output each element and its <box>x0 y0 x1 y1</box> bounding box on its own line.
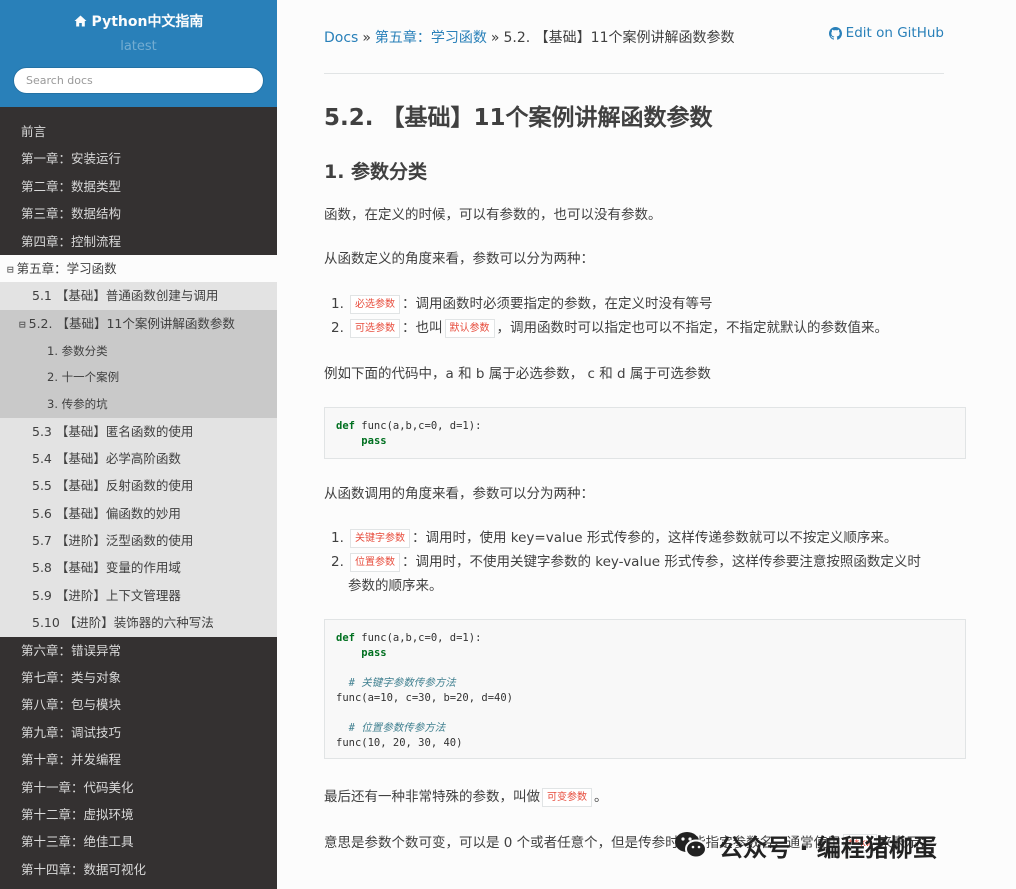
toc-chapter-6[interactable]: 第六章：错误异常 <box>0 637 277 664</box>
watermark-text: 公众号 · 编程猪柳蛋 <box>719 833 937 862</box>
collapse-toggle-icon[interactable]: ⊟ <box>19 318 26 331</box>
version-label: latest <box>120 39 157 54</box>
code-keyword: def <box>336 632 355 644</box>
code-text: func(10, 20, 30, 40) <box>336 737 463 749</box>
toc-chapter-12[interactable]: 第十二章：虚拟环境 <box>0 801 277 828</box>
breadcrumb-docs-link[interactable]: Docs <box>324 30 358 46</box>
project-title: Python中文指南 <box>91 14 204 30</box>
inline-code: 可变参数 <box>542 787 592 807</box>
main-content: Docs» 第五章：学习函数» 5.2. 【基础】11个案例讲解函数参数 Edit … <box>277 0 1016 889</box>
toc-menu: 前言 第一章：安装运行 第二章：数据类型 第三章：数据结构 第四章：控制流程 ⊟… <box>0 107 277 883</box>
paragraph-text: 。 <box>594 789 608 805</box>
breadcrumb-chapter-link[interactable]: 第五章：学习函数 <box>375 30 487 46</box>
toc-chapter-2[interactable]: 第二章：数据类型 <box>0 173 277 200</box>
sidebar: Python中文指南 latest 前言 第一章：安装运行 第二章：数据类型 第… <box>0 0 277 889</box>
toc-section-5-5[interactable]: 5.5 【基础】反射函数的使用 <box>0 472 277 500</box>
toc-chapter-11[interactable]: 第十一章：代码美化 <box>0 774 277 801</box>
toc-section-5-1[interactable]: 5.1 【基础】普通函数创建与调用 <box>0 282 277 310</box>
toc-chapter-4[interactable]: 第四章：控制流程 <box>0 228 277 255</box>
inline-code: 默认参数 <box>444 318 495 338</box>
toc-section-5-7[interactable]: 5.7 【进阶】泛型函数的使用 <box>0 527 277 555</box>
list-text: ：调用函数时必须要指定的参数，在定义时没有等号 <box>402 296 713 312</box>
toc-subsection-1[interactable]: 1. 参数分类 <box>0 337 277 365</box>
code-block: def func(a,b,c=0, d=1): pass # 关键字参数传参方法… <box>324 619 966 759</box>
toc-section-5-10[interactable]: 5.10 【进阶】装饰器的六种写法 <box>0 609 277 637</box>
paragraph: 例如下面的代码中，a 和 b 属于必选参数， c 和 d 属于可选参数 <box>324 366 711 382</box>
home-icon <box>74 15 87 27</box>
toc-chapter-label: 第五章：学习函数 <box>16 260 117 276</box>
inline-code: 位置参数 <box>350 552 400 572</box>
inline-code: 可选参数 <box>350 318 400 338</box>
toc-section-5-6[interactable]: 5.6 【基础】偏函数的妙用 <box>0 499 277 528</box>
wechat-watermark: 公众号 · 编程猪柳蛋 <box>671 825 937 865</box>
toc-chapter-1[interactable]: 第一章：安装运行 <box>0 145 277 172</box>
list-number: 2. <box>331 320 344 336</box>
collapse-toggle-icon[interactable]: ⊟ <box>7 263 14 276</box>
list-number: 1. <box>331 530 344 546</box>
toc-subsection-2[interactable]: 2. 十一个案例 <box>0 364 277 391</box>
definition-list: 1. 关键字参数 ：调用时，使用 key=value 形式传参的，这样传递参数就可以… <box>331 526 921 598</box>
list-text: ：调用时，不使用关键字参数的 key-value 形式传参，这样传参要注意按照函… <box>402 554 921 570</box>
breadcrumb-current: 5.2. 【基础】11个案例讲解函数参数 <box>503 30 735 46</box>
search-input[interactable] <box>13 67 264 94</box>
toc-section-label: 5.2. 【基础】11个案例讲解函数参数 <box>28 315 235 331</box>
sidebar-header: Python中文指南 latest <box>0 0 277 107</box>
edit-link-label: Edit on GitHub <box>845 25 944 41</box>
toc-chapter-10[interactable]: 第十章：并发编程 <box>0 746 277 773</box>
inline-code: 关键字参数 <box>350 528 410 548</box>
paragraph-text: 最后还有一种非常特殊的参数，叫做 <box>324 789 540 805</box>
breadcrumb-separator: » <box>490 30 500 46</box>
paragraph: 函数，在定义的时候，可以有参数的，也可以没有参数。 <box>324 207 662 223</box>
inline-code: 必选参数 <box>350 294 400 314</box>
code-keyword: pass <box>361 435 387 447</box>
breadcrumb: Docs» 第五章：学习函数» 5.2. 【基础】11个案例讲解函数参数 Edit … <box>324 0 944 74</box>
list-item: 2. 位置参数 ：调用时，不使用关键字参数的 key-value 形式传参，这样传参… <box>331 550 921 574</box>
github-icon <box>828 26 842 40</box>
article-container: Docs» 第五章：学习函数» 5.2. 【基础】11个案例讲解函数参数 Edit … <box>324 0 966 853</box>
toc-chapter-14[interactable]: 第十四章：数据可视化 <box>0 856 277 883</box>
list-item: 1. 必选参数 ：调用函数时必须要指定的参数，在定义时没有等号 <box>331 292 888 316</box>
code-text: func(a=10, c=30, b=20, d=40) <box>336 692 514 704</box>
list-number: 1. <box>331 296 344 312</box>
breadcrumb-trail: Docs» 第五章：学习函数» 5.2. 【基础】11个案例讲解函数参数 <box>324 27 734 47</box>
list-text: ：也叫 <box>402 320 443 336</box>
toc-section-5-2-current[interactable]: ⊟ 5.2. 【基础】11个案例讲解函数参数 <box>0 309 277 338</box>
toc-chapter-preface[interactable]: 前言 <box>0 118 277 145</box>
toc-chapter-8[interactable]: 第八章：包与模块 <box>0 691 277 718</box>
toc-chapter-9[interactable]: 第九章：调试技巧 <box>0 719 277 746</box>
code-text: func(a,b,c=0, d=1): <box>354 420 482 432</box>
code-keyword: def <box>336 420 355 432</box>
toc-chapter-5-current[interactable]: ⊟ 第五章：学习函数 <box>0 254 277 283</box>
toc-chapter-3[interactable]: 第三章：数据结构 <box>0 200 277 227</box>
edit-on-github-link[interactable]: Edit on GitHub <box>828 25 944 41</box>
toc-chapter-7[interactable]: 第七章：类与对象 <box>0 664 277 691</box>
list-text: ：调用时，使用 key=value 形式传参的，这样传递参数就可以不按定义顺序来… <box>412 530 898 546</box>
wechat-icon <box>675 832 707 859</box>
project-home-link[interactable]: Python中文指南 <box>74 11 204 31</box>
page-title: 5.2. 【基础】11个案例讲解函数参数 <box>324 105 713 131</box>
toc-section-5-3[interactable]: 5.3 【基础】匿名函数的使用 <box>0 417 277 445</box>
code-comment: # 关键字参数传参方法 <box>348 677 456 689</box>
paragraph: 从函数定义的角度来看，参数可以分为两种： <box>324 251 594 267</box>
breadcrumb-separator: » <box>362 30 371 46</box>
paragraph: 从函数调用的角度来看，参数可以分为两种： <box>324 486 594 502</box>
code-comment: # 位置参数传参方法 <box>348 722 446 734</box>
list-item: 2. 可选参数 ：也叫 默认参数 ，调用函数时可以指定也可以不指定，不指定就默认的参数值… <box>331 316 888 340</box>
list-number: 2. <box>331 554 344 570</box>
toc-section-5-8[interactable]: 5.8 【基础】变量的作用域 <box>0 554 277 582</box>
toc-subsection-3[interactable]: 3. 传参的坑 <box>0 390 277 418</box>
list-item-continuation: 参数的顺序来。 <box>348 578 443 594</box>
definition-list: 1. 必选参数 ：调用函数时必须要指定的参数，在定义时没有等号 2. 可选参数 ：也叫默… <box>331 292 888 340</box>
paragraph: 最后还有一种非常特殊的参数，叫做 可变参数。 <box>324 785 608 809</box>
list-text: ，调用函数时可以指定也可以不指定，不指定就默认的参数值来。 <box>496 320 889 336</box>
code-keyword: pass <box>361 647 387 659</box>
toc-section-5-4[interactable]: 5.4 【基础】必学高阶函数 <box>0 444 277 473</box>
list-item: 1. 关键字参数 ：调用时，使用 key=value 形式传参的，这样传递参数就可以… <box>331 526 921 550</box>
code-text: func(a,b,c=0, d=1): <box>354 632 482 644</box>
toc-chapter-13[interactable]: 第十三章：绝佳工具 <box>0 828 277 855</box>
toc-section-5-9[interactable]: 5.9 【进阶】上下文管理器 <box>0 581 277 610</box>
code-block: def func(a,b,c=0, d=1): pass <box>324 407 966 459</box>
section-heading: 1. 参数分类 <box>324 161 428 183</box>
